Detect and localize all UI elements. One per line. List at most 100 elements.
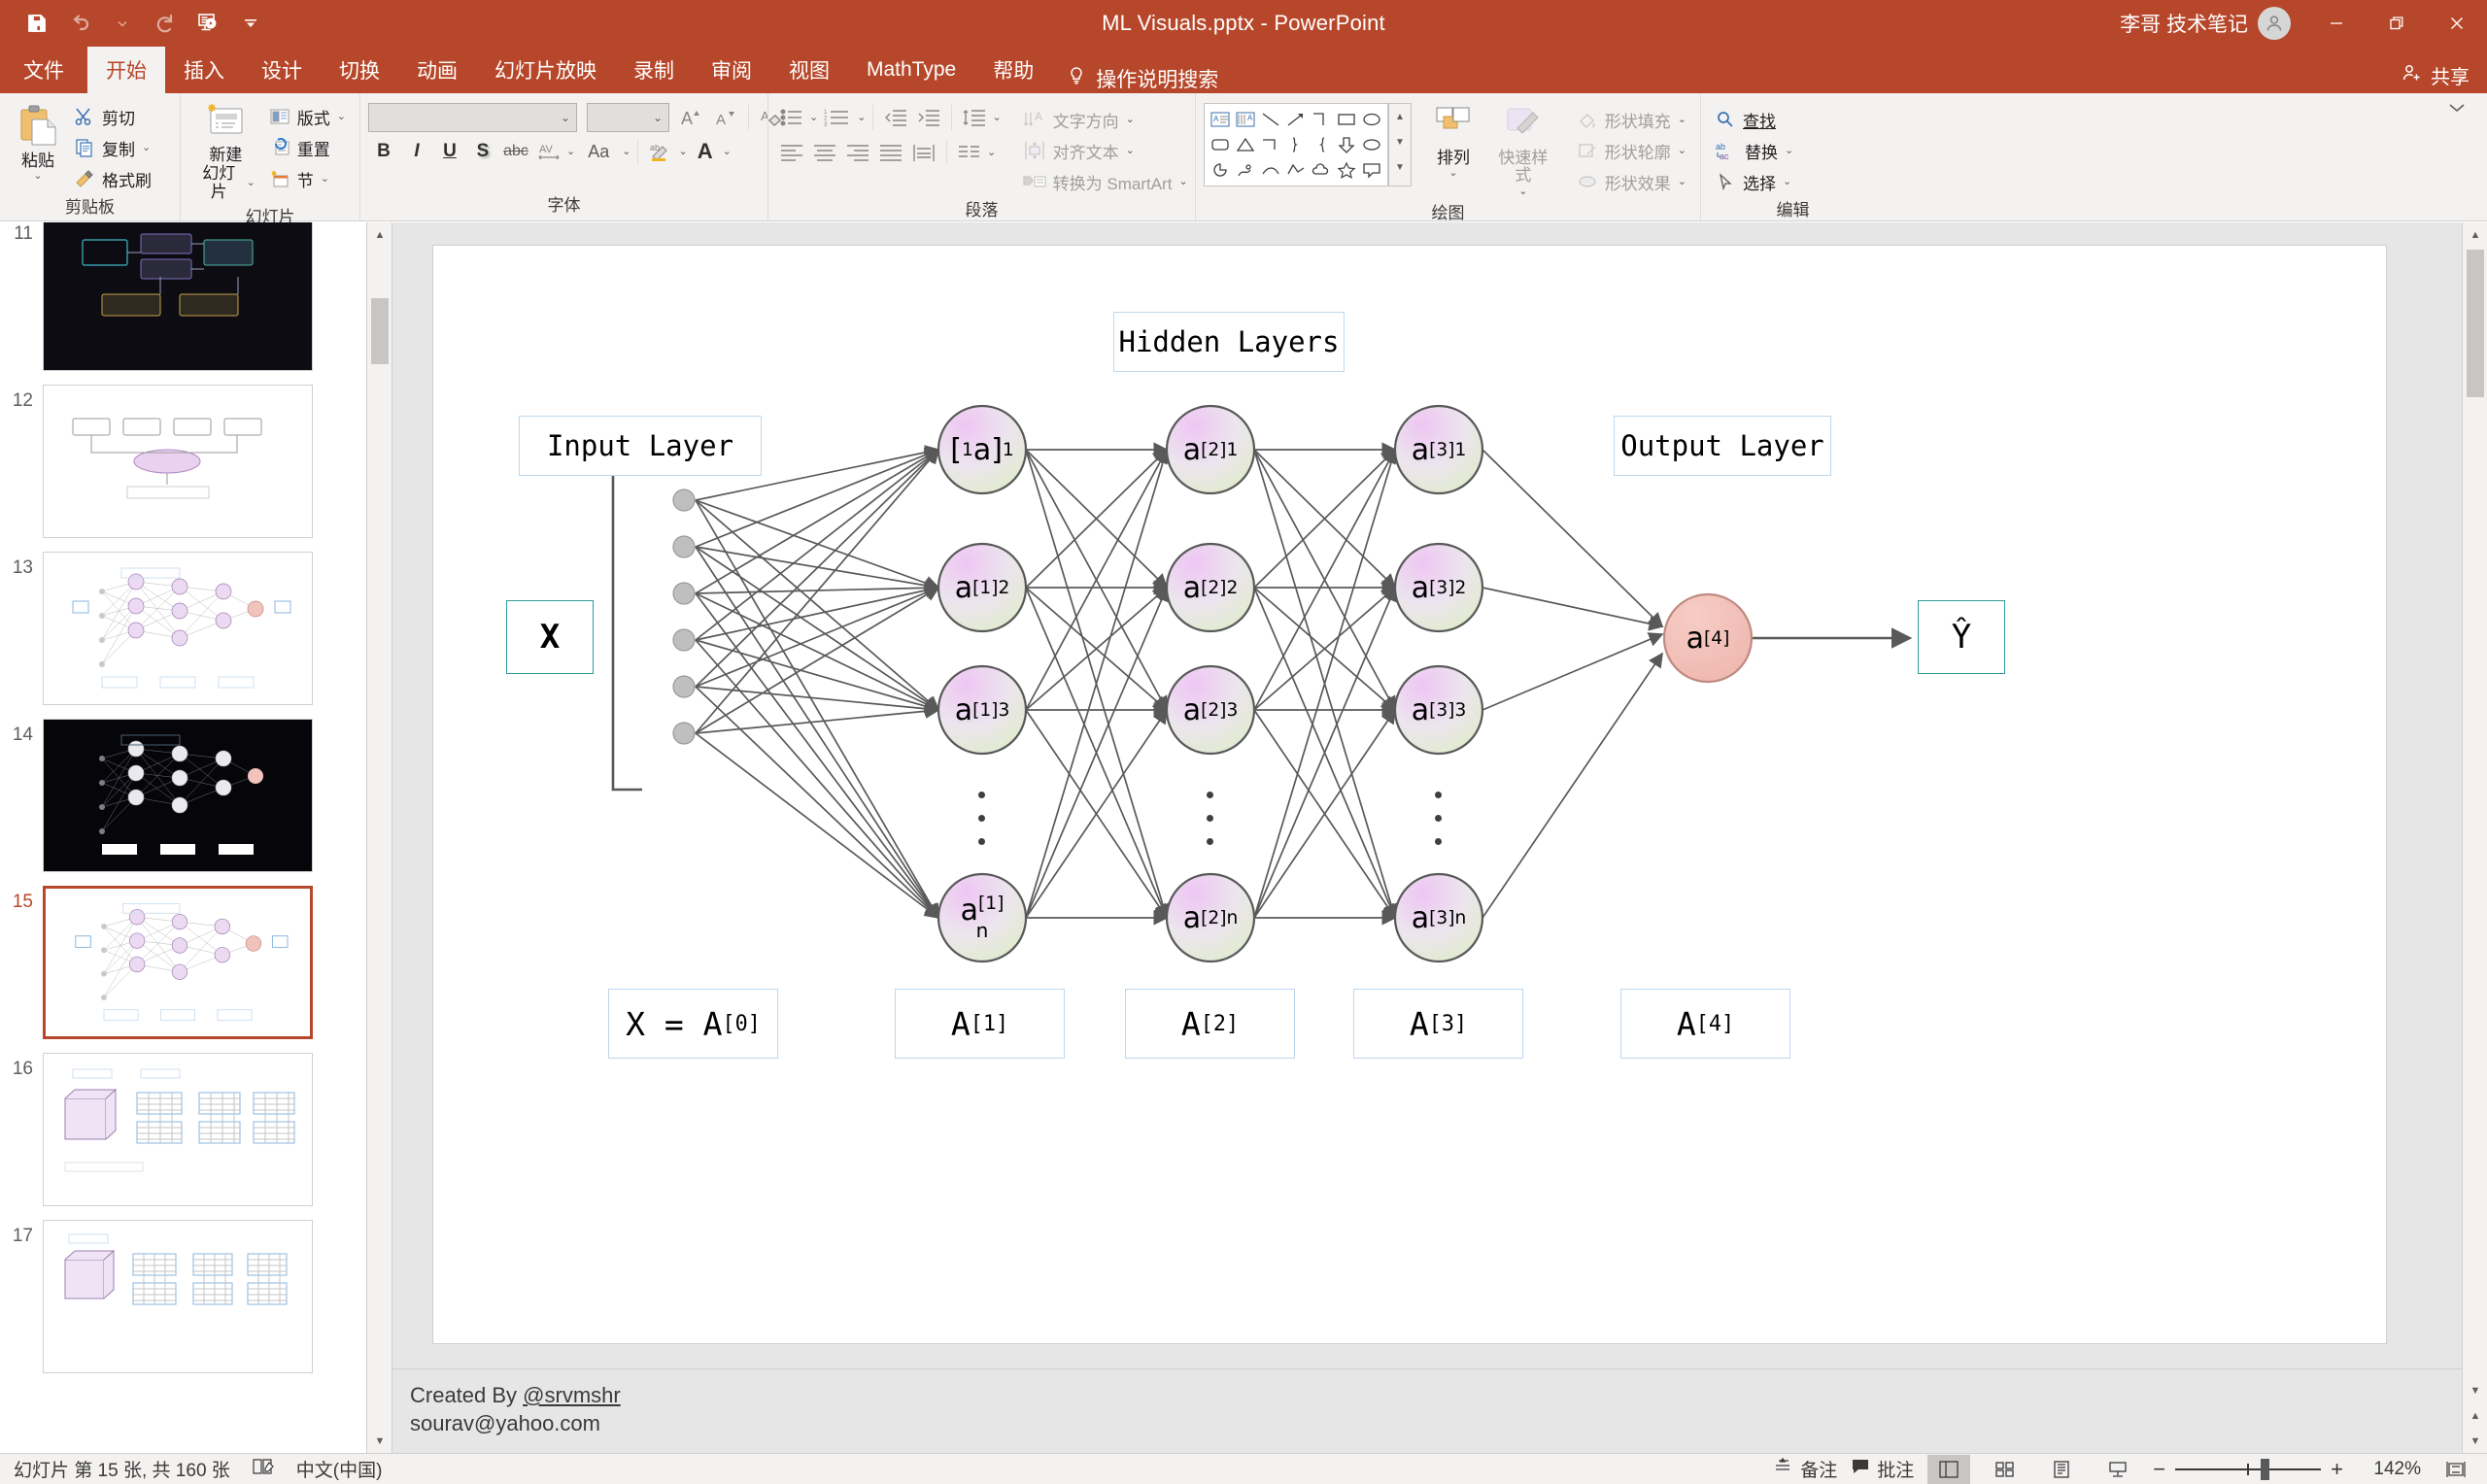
hidden-layers-label[interactable]: Hidden Layers: [1113, 312, 1345, 372]
slide-thumbnail-17[interactable]: [43, 1220, 313, 1373]
comments-button[interactable]: 批注: [1851, 1456, 1914, 1482]
list-item[interactable]: 11: [0, 222, 366, 378]
font-name-chevron-icon[interactable]: ⌄: [561, 111, 570, 124]
tab-view[interactable]: 视图: [770, 47, 848, 93]
proofing-icon[interactable]: [252, 1457, 275, 1482]
align-center-button[interactable]: [809, 138, 840, 167]
increase-indent-button[interactable]: [913, 103, 944, 132]
justify-button[interactable]: [875, 138, 906, 167]
right-brace-shape-icon[interactable]: [1283, 132, 1309, 157]
distributed-button[interactable]: [908, 138, 939, 167]
list-item[interactable]: 17: [0, 1213, 366, 1380]
node-a1-1[interactable]: [1a]1: [938, 406, 1026, 493]
text-direction-chevron-icon[interactable]: ⌄: [1126, 115, 1135, 125]
save-icon[interactable]: [17, 4, 56, 43]
find-button[interactable]: 查找: [1709, 105, 1799, 134]
section-button[interactable]: 节 ⌄: [263, 164, 352, 193]
down-arrow-shape-icon[interactable]: [1334, 132, 1359, 157]
character-spacing-button[interactable]: AV: [533, 137, 564, 166]
shape-fill-button[interactable]: 形状填充 ⌄: [1571, 105, 1692, 134]
share-button[interactable]: 共享: [2402, 61, 2470, 89]
node-a3-2[interactable]: a[3]2: [1395, 544, 1482, 631]
decrease-indent-button[interactable]: [880, 103, 911, 132]
format-painter-button[interactable]: 格式刷: [68, 164, 157, 193]
zoom-track[interactable]: [2175, 1468, 2321, 1470]
slide-thumbnail-pane[interactable]: 11 12: [0, 222, 367, 1454]
arrange-chevron-icon[interactable]: ⌄: [1448, 168, 1457, 179]
strikethrough-button[interactable]: abc: [500, 137, 531, 166]
thumb-scrollbar-handle[interactable]: [371, 298, 389, 364]
tab-home[interactable]: 开始: [87, 47, 165, 93]
slide-thumbnail-11[interactable]: [43, 222, 313, 371]
list-item[interactable]: 14: [0, 712, 366, 879]
previous-slide-button[interactable]: ▲: [2463, 1403, 2487, 1429]
thumbnail-scrollbar[interactable]: ▲ ▼: [367, 222, 392, 1454]
text-shadow-button[interactable]: S: [467, 137, 498, 166]
slide-thumbnail-13[interactable]: [43, 552, 313, 705]
change-case-button[interactable]: Aa: [577, 137, 620, 166]
slideshow-button[interactable]: [2096, 1455, 2139, 1484]
layout-button[interactable]: 版式 ⌄: [263, 102, 352, 131]
smartart-chevron-icon[interactable]: ⌄: [1178, 177, 1187, 187]
undo-dropdown-icon[interactable]: [103, 4, 142, 43]
canvas-scroll-down-icon[interactable]: ▼: [2463, 1378, 2487, 1403]
canvas-scrollbar-handle[interactable]: [2467, 250, 2484, 397]
canvas-scrollbar[interactable]: ▲ ▼ ▲ ▼: [2462, 222, 2487, 1454]
zoom-slider[interactable]: − +: [2153, 1457, 2343, 1482]
account-name[interactable]: 李哥 技术笔记: [2120, 9, 2258, 38]
minimize-button[interactable]: [2306, 0, 2367, 47]
node-a2-n[interactable]: a[2]n: [1167, 874, 1254, 961]
bold-button[interactable]: B: [368, 137, 399, 166]
copy-chevron-icon[interactable]: ⌄: [142, 143, 151, 153]
notes-button[interactable]: 备注: [1772, 1456, 1837, 1482]
tell-me-search[interactable]: 操作说明搜索: [1052, 64, 1232, 93]
notes-handle[interactable]: @srvmshr: [523, 1383, 621, 1407]
tab-mathtype[interactable]: MathType: [848, 47, 974, 93]
font-size-chevron-icon[interactable]: ⌄: [653, 111, 663, 124]
new-slide-button[interactable]: 新建 幻灯片 ⌄: [188, 100, 263, 203]
more-shape-icon[interactable]: [1359, 132, 1384, 157]
node-a3-n[interactable]: a[3]n: [1395, 874, 1482, 961]
connector-shape-icon[interactable]: [1309, 107, 1334, 132]
scribble-shape-icon[interactable]: [1233, 157, 1258, 183]
node-a2-2[interactable]: a[2]2: [1167, 544, 1254, 631]
node-a2-3[interactable]: a[2]3: [1167, 666, 1254, 754]
font-name-combo[interactable]: ⌄: [368, 103, 577, 132]
cut-button[interactable]: 剪切: [68, 102, 157, 131]
slide-thumbnail-16[interactable]: [43, 1053, 313, 1206]
character-spacing-chevron-icon[interactable]: ⌄: [566, 147, 575, 157]
close-button[interactable]: [2427, 0, 2487, 47]
select-button[interactable]: 选择 ⌄: [1709, 167, 1799, 196]
list-item[interactable]: 12: [0, 378, 366, 545]
node-a1-3[interactable]: a[1]3: [938, 666, 1026, 754]
tab-insert[interactable]: 插入: [165, 47, 243, 93]
shapes-gallery-scroll[interactable]: ▲ ▼ ▼: [1388, 103, 1412, 186]
replace-button[interactable]: ab ac 替换 ⌄: [1709, 136, 1799, 165]
layout-chevron-icon[interactable]: ⌄: [337, 112, 346, 122]
numbering-button[interactable]: 1 2 3: [820, 103, 855, 132]
select-chevron-icon[interactable]: ⌄: [1783, 177, 1791, 187]
node-a4[interactable]: a[4]: [1664, 594, 1752, 682]
thumb-scroll-up-icon[interactable]: ▲: [367, 222, 392, 248]
change-case-chevron-icon[interactable]: ⌄: [622, 147, 630, 157]
list-item[interactable]: 15: [0, 879, 366, 1046]
underline-button[interactable]: U: [434, 137, 465, 166]
input-vector-label[interactable]: X: [506, 600, 594, 674]
fit-to-window-button[interactable]: [2435, 1455, 2477, 1484]
next-slide-button[interactable]: ▼: [2463, 1429, 2487, 1454]
tab-record[interactable]: 录制: [615, 47, 693, 93]
tab-animations[interactable]: 动画: [398, 47, 476, 93]
normal-view-button[interactable]: [1927, 1455, 1970, 1484]
start-slideshow-icon[interactable]: [188, 4, 227, 43]
slide-sorter-button[interactable]: [1984, 1455, 2027, 1484]
paste-chevron-icon[interactable]: ⌄: [33, 171, 42, 182]
quick-styles-button[interactable]: 快速样式 ⌄: [1483, 103, 1563, 199]
shapes-scroll-down-icon[interactable]: ▼: [1389, 129, 1411, 154]
text-direction-button[interactable]: A 文字方向 ⌄: [1017, 105, 1194, 134]
numbering-chevron-icon[interactable]: ⌄: [857, 113, 866, 123]
triangle-shape-icon[interactable]: [1233, 132, 1258, 157]
matrix-label-a4[interactable]: A[4]: [1620, 989, 1790, 1059]
align-text-button[interactable]: 对齐文本 ⌄: [1017, 136, 1194, 165]
font-color-button[interactable]: A: [690, 137, 721, 166]
convert-smartart-button[interactable]: 转换为 SmartArt ⌄: [1017, 167, 1194, 196]
